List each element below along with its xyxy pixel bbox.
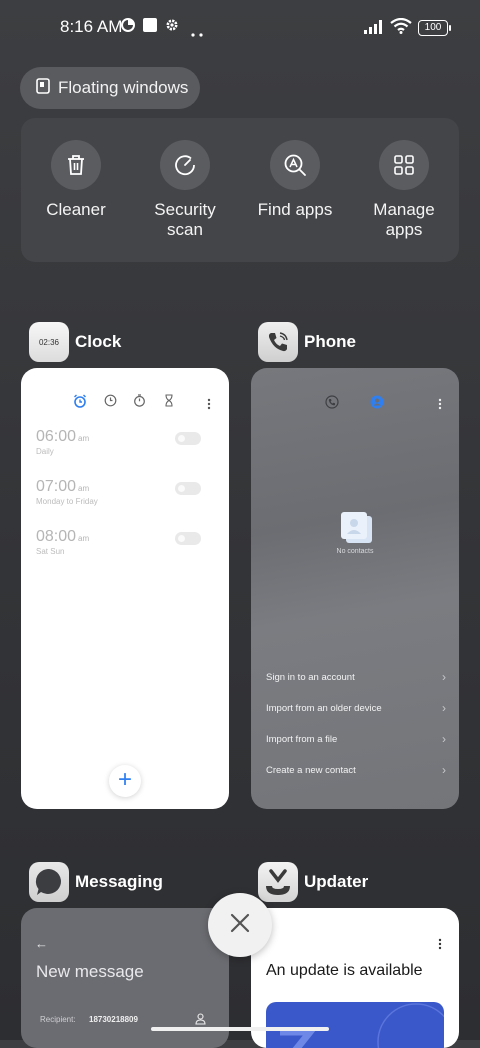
quick-tools-panel: Cleaner Security scan Find apps Manage a… xyxy=(21,118,459,262)
alarm-row: 08:00 am Sat Sun xyxy=(36,528,216,556)
import-older-device-option: Import from an older device › xyxy=(266,701,446,715)
chevron-right-icon: › xyxy=(442,763,446,777)
find-apps-label: Find apps xyxy=(257,200,333,219)
no-contacts-text: No contacts xyxy=(336,548,374,555)
messaging-app-name: Messaging xyxy=(75,872,163,891)
alarm-toggle xyxy=(175,432,201,445)
alarm-toggle xyxy=(175,532,201,545)
update-banner xyxy=(266,1002,444,1048)
clock-app-icon: 02:36 xyxy=(29,322,69,362)
chevron-right-icon: › xyxy=(442,732,446,746)
chevron-right-icon: › xyxy=(442,701,446,715)
search-a-icon xyxy=(270,140,320,190)
phone-app-icon xyxy=(258,322,298,362)
floating-window-icon xyxy=(36,77,50,99)
create-contact-option: Create a new contact › xyxy=(266,763,446,777)
updater-more-icon xyxy=(438,937,442,955)
phone-recent-card[interactable]: No contacts Sign in to an account › Impor… xyxy=(251,368,459,809)
phone-more-icon xyxy=(438,397,442,415)
settings-gear-icon xyxy=(165,18,179,37)
security-scan-label: Security scan xyxy=(154,200,216,239)
security-scan-button[interactable]: Security scan xyxy=(130,140,240,240)
manage-apps-button[interactable]: Manage apps xyxy=(349,140,459,240)
battery-indicator: 100 xyxy=(418,20,451,36)
manage-apps-label: Manage apps xyxy=(373,200,435,239)
signal-icon xyxy=(364,20,386,39)
clock-more-icon xyxy=(207,397,211,415)
updater-app-name: Updater xyxy=(304,872,369,891)
chevron-right-icon: › xyxy=(442,670,446,684)
notification-square-icon xyxy=(143,18,157,37)
grid-icon xyxy=(379,140,429,190)
home-indicator[interactable] xyxy=(151,1027,329,1031)
world-clock-tab-icon xyxy=(104,394,117,412)
cleaner-label: Cleaner xyxy=(46,200,106,219)
update-available-title: An update is available xyxy=(266,962,423,979)
alarm-row: 06:00 am Daily xyxy=(36,428,216,456)
phone-dialer-tab-icon xyxy=(325,395,339,414)
updater-app-icon xyxy=(258,862,298,902)
import-file-option: Import from a file › xyxy=(266,732,446,746)
status-time: 8:16 AM xyxy=(60,17,123,36)
recipient-value: 18730218809 xyxy=(89,1015,138,1024)
clock-icon-text: 02:36 xyxy=(38,337,60,347)
clear-all-button[interactable] xyxy=(208,893,272,957)
clock-app-header[interactable]: 02:36 Clock xyxy=(29,322,121,362)
phone-app-name: Phone xyxy=(304,332,356,351)
back-arrow-icon: ← xyxy=(35,936,48,951)
alarm-repeat: Monday to Friday xyxy=(36,497,98,506)
contacts-tab-icon xyxy=(370,395,384,414)
floating-windows-label: Floating windows xyxy=(58,78,189,97)
alarm-repeat: Sat Sun xyxy=(36,547,65,556)
close-icon xyxy=(229,912,251,939)
trash-icon xyxy=(51,140,101,190)
alarm-row: 07:00 am Monday to Friday xyxy=(36,478,216,506)
data-saver-icon xyxy=(121,18,135,37)
messaging-app-header[interactable]: Messaging xyxy=(29,862,163,902)
gauge-icon xyxy=(160,140,210,190)
stopwatch-tab-icon xyxy=(133,394,146,412)
sign-in-option: Sign in to an account › xyxy=(266,670,446,684)
floating-windows-button[interactable]: Floating windows xyxy=(20,67,200,109)
cleaner-button[interactable]: Cleaner xyxy=(21,140,131,220)
more-notifications-icon xyxy=(191,24,203,42)
messaging-app-icon xyxy=(29,862,69,902)
status-bar: 8:16 AM 100 xyxy=(0,0,480,56)
clock-app-name: Clock xyxy=(75,332,122,351)
clock-recent-card[interactable]: 06:00 am Daily 07:00 am Monday to Friday 0… xyxy=(21,368,229,809)
add-alarm-button: + xyxy=(109,765,141,797)
updater-app-header[interactable]: Updater xyxy=(258,862,368,902)
alarm-toggle xyxy=(175,482,201,495)
alarm-repeat: Daily xyxy=(36,447,54,456)
timer-tab-icon xyxy=(163,394,175,412)
wifi-icon xyxy=(390,17,412,39)
recipient-label: Recipient: xyxy=(40,1015,76,1024)
find-apps-button[interactable]: Find apps xyxy=(240,140,350,220)
phone-app-header[interactable]: Phone xyxy=(258,322,356,362)
alarm-tab-icon xyxy=(73,394,87,413)
no-contacts-illustration-icon xyxy=(339,512,373,549)
new-message-title: New message xyxy=(36,962,144,981)
